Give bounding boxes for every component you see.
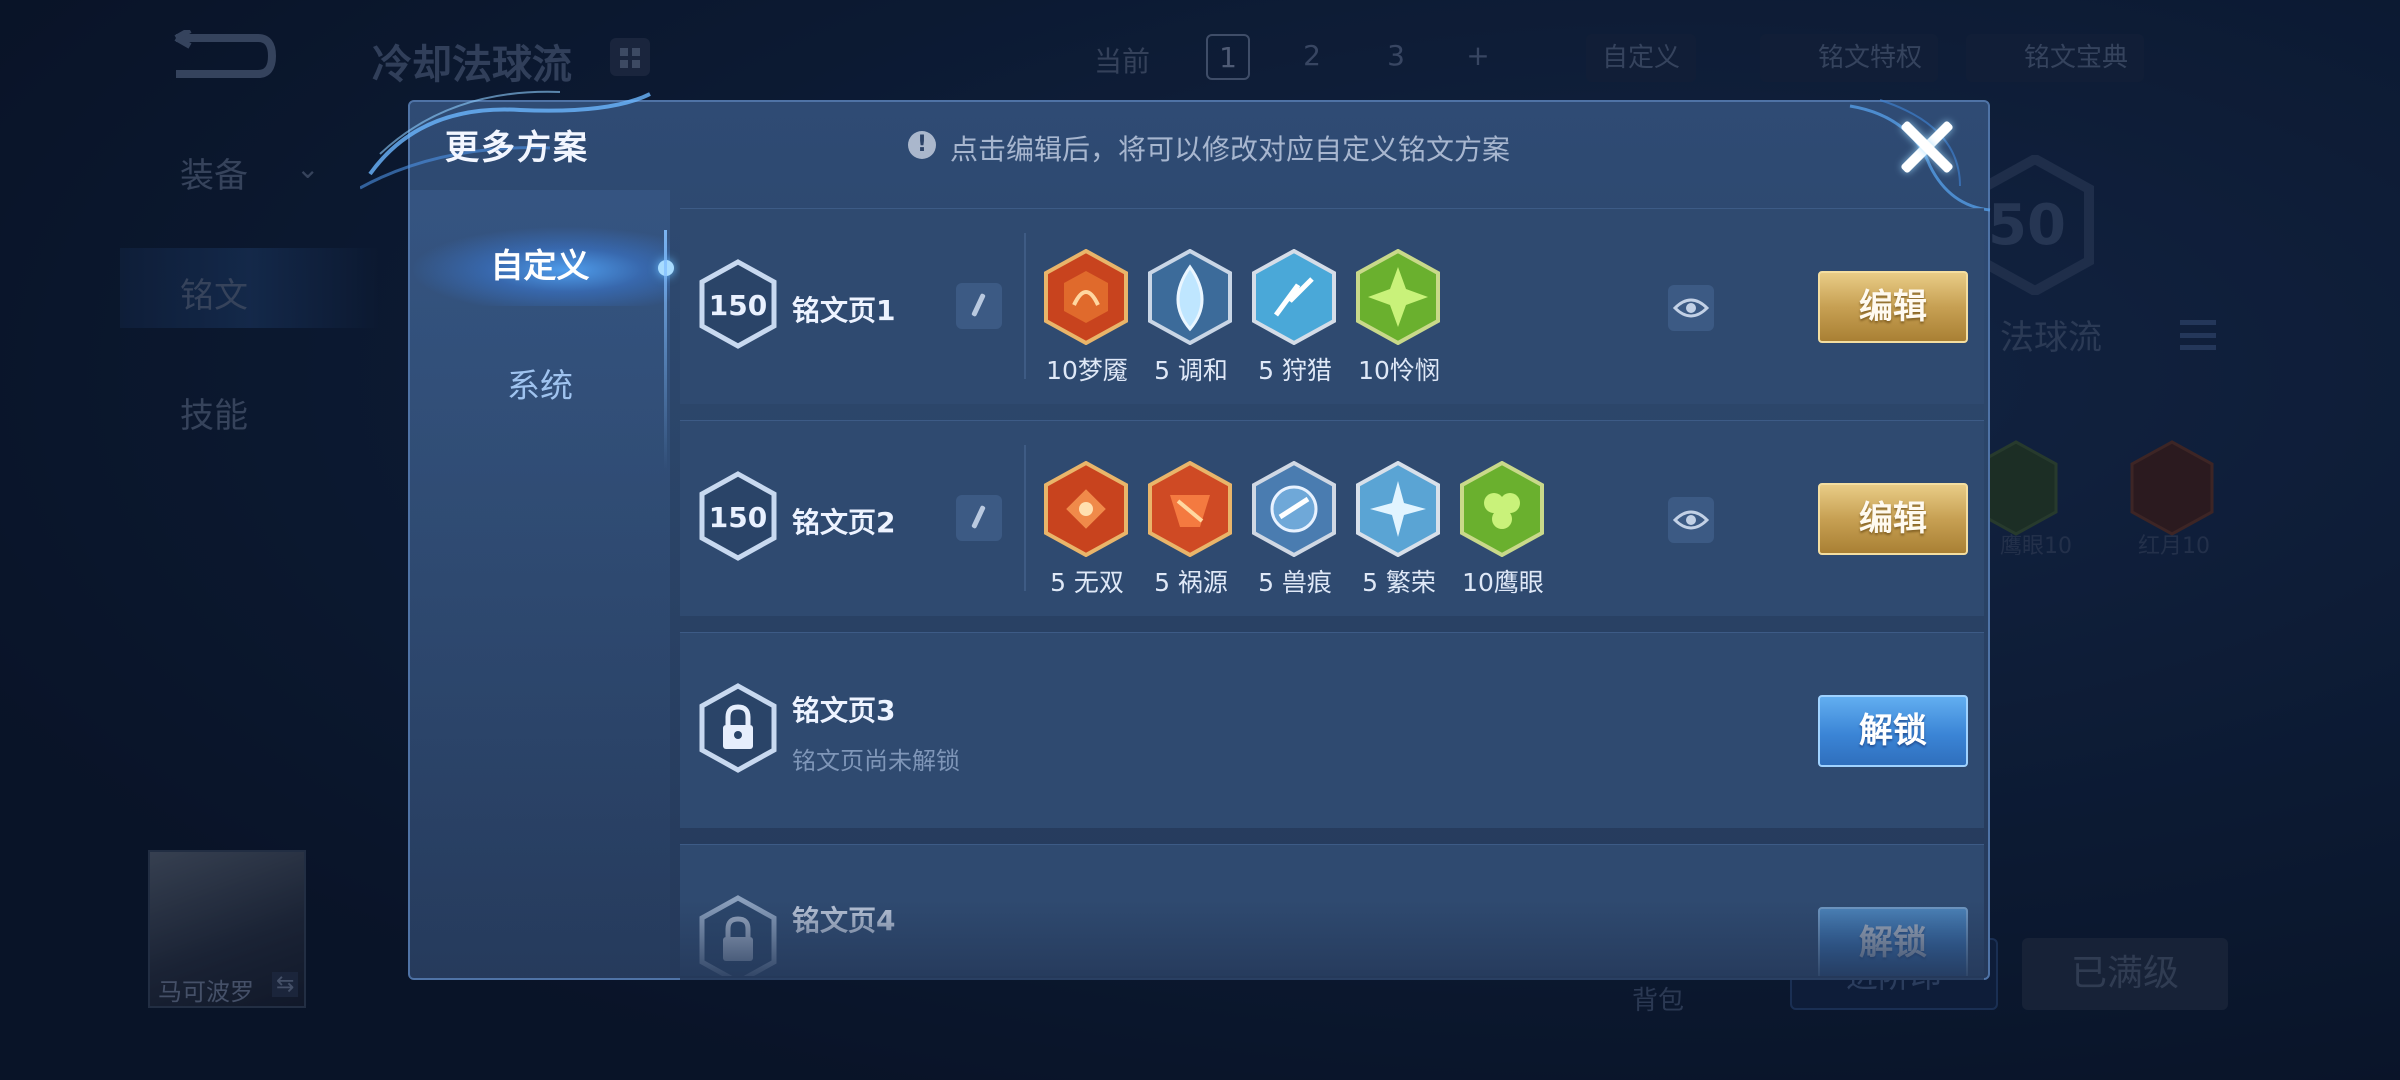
unlock-button[interactable]: 解锁 xyxy=(1818,907,1968,976)
rune-beast-mark-icon xyxy=(1252,461,1336,557)
rune-unrivaled-icon xyxy=(1044,461,1128,557)
edit-button[interactable]: 编辑 xyxy=(1818,271,1968,343)
rune-harmony-icon xyxy=(1148,249,1232,345)
rune-calamity-icon xyxy=(1148,461,1232,557)
modal-sidebar: 自定义 系统 xyxy=(410,190,674,978)
rune-label: 10怜悯 xyxy=(1358,356,1440,385)
rune-hawk-eye-icon xyxy=(1460,461,1544,557)
rune-mercy-icon xyxy=(1356,249,1440,345)
rune-hunt-icon xyxy=(1252,249,1336,345)
rune-label: 5 无双 xyxy=(1050,568,1124,597)
preview-eye-icon[interactable] xyxy=(1668,285,1714,331)
rune-label: 5 祸源 xyxy=(1154,568,1228,597)
tab-custom[interactable]: 自定义 xyxy=(410,226,670,306)
rune-page-row-locked: 铭文页3 铭文页尚未解锁 解锁 xyxy=(680,632,1984,828)
rune-page-status: 铭文页尚未解锁 xyxy=(792,747,960,775)
row-divider xyxy=(1024,233,1026,379)
rune-page-name: 铭文页3 xyxy=(792,694,896,727)
modal-title: 更多方案 xyxy=(445,128,589,168)
rune-level: 150 xyxy=(708,289,768,322)
rune-nightmare-icon xyxy=(1044,249,1128,345)
rune-page-name: 铭文页4 xyxy=(792,904,896,937)
sidebar-divider xyxy=(664,230,667,470)
exclamation-icon: ! xyxy=(908,131,936,159)
close-button[interactable] xyxy=(1896,116,1956,176)
rune-page-name: 铭文页2 xyxy=(792,506,896,539)
unlock-button[interactable]: 解锁 xyxy=(1818,695,1968,767)
lock-icon xyxy=(699,895,777,976)
modal-hint: 点击编辑后，将可以修改对应自定义铭文方案 xyxy=(950,133,1511,166)
rename-pencil-icon[interactable] xyxy=(956,283,1002,329)
rune-page-row: 150 铭文页2 5 无双 5 祸源 5 兽痕 5 繁荣 10鹰眼 编辑 xyxy=(680,420,1984,616)
rune-label: 10鹰眼 xyxy=(1462,568,1544,597)
rune-label: 5 调和 xyxy=(1154,356,1228,385)
rune-label: 5 狩猎 xyxy=(1258,356,1332,385)
edit-button[interactable]: 编辑 xyxy=(1818,483,1968,555)
rune-label: 10梦魇 xyxy=(1046,356,1128,385)
row-divider xyxy=(1024,445,1026,591)
rune-page-row: 150 铭文页1 10梦魇 5 调和 5 狩猎 10怜悯 编辑 xyxy=(680,208,1984,404)
preview-eye-icon[interactable] xyxy=(1668,497,1714,543)
rune-level: 150 xyxy=(708,501,768,534)
rename-pencil-icon[interactable] xyxy=(956,495,1002,541)
rune-page-name: 铭文页1 xyxy=(792,294,896,327)
rune-prosperity-icon xyxy=(1356,461,1440,557)
tab-system[interactable]: 系统 xyxy=(410,346,670,426)
rune-label: 5 兽痕 xyxy=(1258,568,1332,597)
lock-icon xyxy=(699,683,777,773)
rune-page-row-locked: 铭文页4 解锁 xyxy=(680,844,1984,976)
rune-label: 5 繁荣 xyxy=(1362,568,1436,597)
